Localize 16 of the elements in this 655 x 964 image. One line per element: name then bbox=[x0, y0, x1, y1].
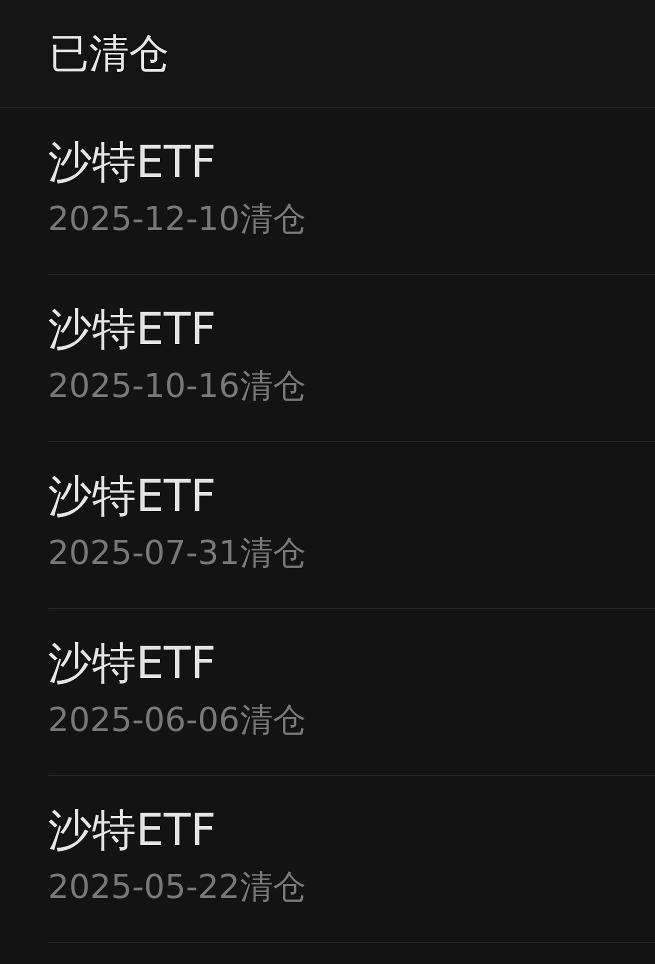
fund-name: 沙特ETF bbox=[48, 805, 217, 857]
position-row[interactable]: 沙特ETF 2025-05-22清仓 bbox=[48, 776, 655, 943]
fund-name: 沙特ETF bbox=[48, 304, 217, 356]
fund-name: 沙特ETF bbox=[48, 638, 217, 690]
position-row[interactable]: 沙特ETF 2025-12-10清仓 bbox=[48, 108, 655, 275]
fund-name: 沙特ETF bbox=[48, 137, 217, 189]
cleared-date: 2025-12-10清仓 bbox=[48, 199, 307, 239]
fund-name: 沙特ETF bbox=[48, 471, 217, 523]
cleared-date: 2025-07-31清仓 bbox=[48, 533, 307, 573]
section-title: 已清仓 bbox=[49, 30, 169, 79]
cleared-date: 2025-10-16清仓 bbox=[48, 366, 307, 406]
cleared-date: 2025-06-06清仓 bbox=[48, 700, 307, 740]
position-row[interactable]: 沙特ETF 2025-06-06清仓 bbox=[48, 609, 655, 776]
position-row[interactable]: 沙特ETF 2025-10-16清仓 bbox=[48, 275, 655, 442]
cleared-date: 2025-05-22清仓 bbox=[48, 867, 307, 907]
position-row[interactable]: 沙特ETF 2025-07-31清仓 bbox=[48, 442, 655, 609]
